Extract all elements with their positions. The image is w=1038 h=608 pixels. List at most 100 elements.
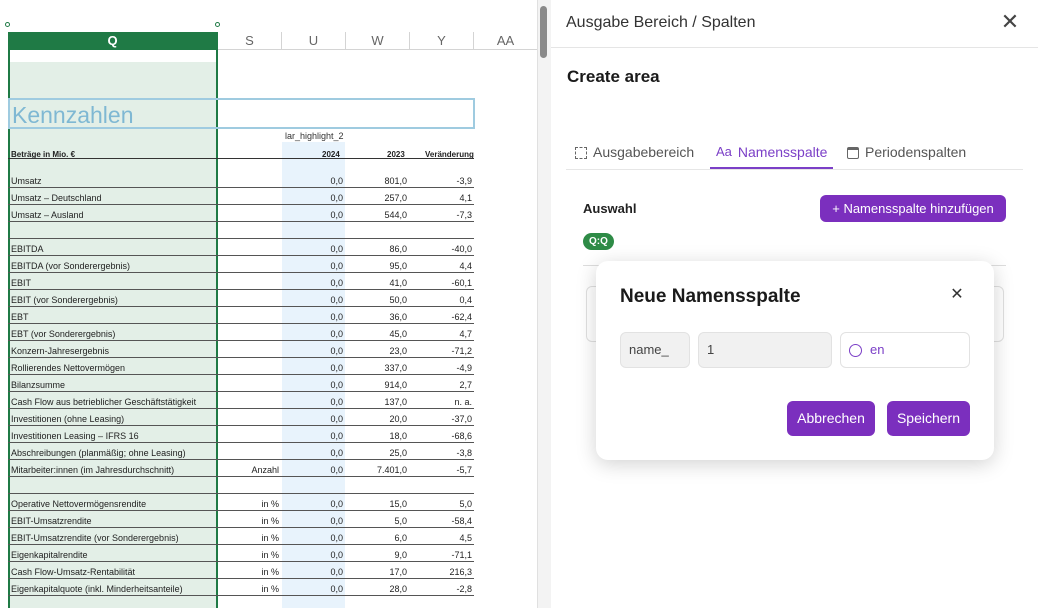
- row-unit: in %: [261, 567, 279, 577]
- row-value-change: -40,0: [451, 244, 472, 254]
- column-header-y[interactable]: Y: [410, 32, 474, 50]
- table-row[interactable]: Bilanzsumme 0,0 914,0 2,7: [8, 375, 474, 392]
- close-icon[interactable]: ✕: [1000, 11, 1020, 33]
- table-row[interactable]: Umsatz – Ausland 0,0 544,0 -7,3: [8, 205, 474, 222]
- column-header-w[interactable]: W: [346, 32, 410, 50]
- row-value-2023: 257,0: [384, 193, 407, 203]
- row-label: EBT (vor Sonderergebnis): [11, 329, 116, 339]
- row-value-2023: 41,0: [389, 278, 407, 288]
- row-value-2023: 15,0: [389, 499, 407, 509]
- row-value-2023: 137,0: [384, 397, 407, 407]
- table-row[interactable]: EBIT-Umsatzrendite (vor Sonderergebnis) i…: [8, 528, 474, 545]
- row-value-2023: 50,0: [389, 295, 407, 305]
- language-select[interactable]: en: [840, 332, 970, 368]
- row-label: Umsatz – Deutschland: [11, 193, 102, 203]
- tab-namensspalte[interactable]: Aa Namensspalte: [710, 144, 834, 169]
- close-icon[interactable]: ✕: [948, 286, 966, 304]
- table-row[interactable]: Umsatz – Deutschland 0,0 257,0 4,1: [8, 188, 474, 205]
- row-value-2023: 544,0: [384, 210, 407, 220]
- table-row[interactable]: Abschreibungen (planmäßig; ohne Leasing)…: [8, 443, 474, 460]
- table-row[interactable]: Investitionen (ohne Leasing) 0,0 20,0 -37,0: [8, 409, 474, 426]
- row-label: Umsatz: [11, 176, 42, 186]
- selection-handle[interactable]: [215, 22, 220, 27]
- column-header-q[interactable]: Q: [8, 32, 218, 50]
- row-label: EBIT-Umsatzrendite (vor Sonderergebnis): [11, 533, 179, 543]
- table-row[interactable]: [8, 477, 474, 494]
- table-row[interactable]: Eigenkapitalquote (inkl. Minderheitsante…: [8, 579, 474, 596]
- row-value-2023: 86,0: [389, 244, 407, 254]
- table-row[interactable]: EBITDA (vor Sonderergebnis) 0,0 95,0 4,4: [8, 256, 474, 273]
- row-value-change: 4,1: [459, 193, 472, 203]
- row-value-2024: 0,0: [330, 516, 343, 526]
- tab-ausgabebereich[interactable]: Ausgabebereich: [575, 144, 694, 169]
- row-value-2023: 337,0: [384, 363, 407, 373]
- row-value-2024: 0,0: [330, 499, 343, 509]
- table-row[interactable]: EBIT 0,0 41,0 -60,1: [8, 273, 474, 290]
- number-field[interactable]: 1: [698, 332, 832, 368]
- sheet-scrollbar-thumb[interactable]: [540, 6, 547, 58]
- row-unit: Anzahl: [251, 465, 279, 475]
- row-value-change: -62,4: [451, 312, 472, 322]
- panel-subtitle: Create area: [567, 67, 660, 86]
- row-value-2024: 0,0: [330, 533, 343, 543]
- row-value-2023: 5,0: [394, 516, 407, 526]
- table-row[interactable]: Investitionen Leasing – IFRS 16 0,0 18,0 -6…: [8, 426, 474, 443]
- table-row[interactable]: EBITDA 0,0 86,0 -40,0: [8, 239, 474, 256]
- table-row[interactable]: EBT (vor Sonderergebnis) 0,0 45,0 4,7: [8, 324, 474, 341]
- table-row[interactable]: EBT 0,0 36,0 -62,4: [8, 307, 474, 324]
- table-row[interactable]: Cash Flow-Umsatz-Rentabilität in % 0,0 17,0…: [8, 562, 474, 579]
- row-value-change: -7,3: [456, 210, 472, 220]
- add-name-column-button[interactable]: + Namensspalte hinzufügen: [820, 195, 1006, 222]
- tab-periodenspalten[interactable]: Periodenspalten: [847, 144, 966, 169]
- tab-label: Ausgabebereich: [593, 144, 695, 160]
- selection-chip[interactable]: Q:Q: [583, 233, 614, 250]
- selection-handle[interactable]: [5, 22, 10, 27]
- row-value-2024: 0,0: [330, 550, 343, 560]
- row-value-change: 5,0: [459, 499, 472, 509]
- sheet-scrollbar[interactable]: [537, 0, 551, 608]
- row-label: EBIT (vor Sonderergebnis): [11, 295, 118, 305]
- table-row[interactable]: EBIT (vor Sonderergebnis) 0,0 50,0 0,4: [8, 290, 474, 307]
- row-value-2023: 23,0: [389, 346, 407, 356]
- row-label: Operative Nettovermögensrendite: [11, 499, 147, 509]
- row-unit: in %: [261, 550, 279, 560]
- row-value-2024: 0,0: [330, 329, 343, 339]
- row-label: Konzern-Jahresergebnis: [11, 346, 110, 356]
- table-row[interactable]: Umsatz 0,0 801,0 -3,9: [8, 171, 474, 188]
- column-header-u[interactable]: U: [282, 32, 346, 50]
- row-value-2023: 36,0: [389, 312, 407, 322]
- table-row[interactable]: Eigenkapitalrendite in % 0,0 9,0 -71,1: [8, 545, 474, 562]
- table-row[interactable]: EBIT-Umsatzrendite in % 0,0 5,0 -58,4: [8, 511, 474, 528]
- row-value-2024: 0,0: [330, 193, 343, 203]
- row-value-change: 216,3: [449, 567, 472, 577]
- row-label: Cash Flow aus betrieblicher Geschäftstät…: [11, 397, 197, 407]
- row-value-change: -4,9: [456, 363, 472, 373]
- table-row[interactable]: Rollierendes Nettovermögen 0,0 337,0 -4,9: [8, 358, 474, 375]
- table-row[interactable]: Konzern-Jahresergebnis 0,0 23,0 -71,2: [8, 341, 474, 358]
- row-value-change: -5,7: [456, 465, 472, 475]
- spreadsheet[interactable]: Q S U W Y AA Kennzahlen lar_highlight_2 …: [0, 0, 537, 608]
- row-value-2023: 28,0: [389, 584, 407, 594]
- table-row[interactable]: Operative Nettovermögensrendite in % 0,0 15…: [8, 494, 474, 511]
- column-header-s[interactable]: S: [218, 32, 282, 50]
- save-button[interactable]: Speichern: [887, 401, 970, 436]
- row-label: EBIT-Umsatzrendite: [11, 516, 92, 526]
- row-value-2023: 6,0: [394, 533, 407, 543]
- row-value-2024: 0,0: [330, 414, 343, 424]
- row-value-change: -3,9: [456, 176, 472, 186]
- row-value-2023: 9,0: [394, 550, 407, 560]
- row-value-change: 4,4: [459, 261, 472, 271]
- table-row[interactable]: Mitarbeiter:innen (im Jahresdurchschnitt…: [8, 460, 474, 477]
- tab-label: Namensspalte: [737, 144, 828, 160]
- row-value-2023: 17,0: [389, 567, 407, 577]
- table-row[interactable]: Cash Flow aus betrieblicher Geschäftstät…: [8, 392, 474, 409]
- row-value-2024: 0,0: [330, 448, 343, 458]
- cancel-button[interactable]: Abbrechen: [787, 401, 875, 436]
- row-value-2024: 0,0: [330, 261, 343, 271]
- row-label: Bilanzsumme: [11, 380, 66, 390]
- calendar-icon: [847, 147, 859, 159]
- column-header-aa[interactable]: AA: [474, 32, 537, 50]
- table-row[interactable]: [8, 222, 474, 239]
- language-value: en: [870, 342, 885, 357]
- row-unit: in %: [261, 533, 279, 543]
